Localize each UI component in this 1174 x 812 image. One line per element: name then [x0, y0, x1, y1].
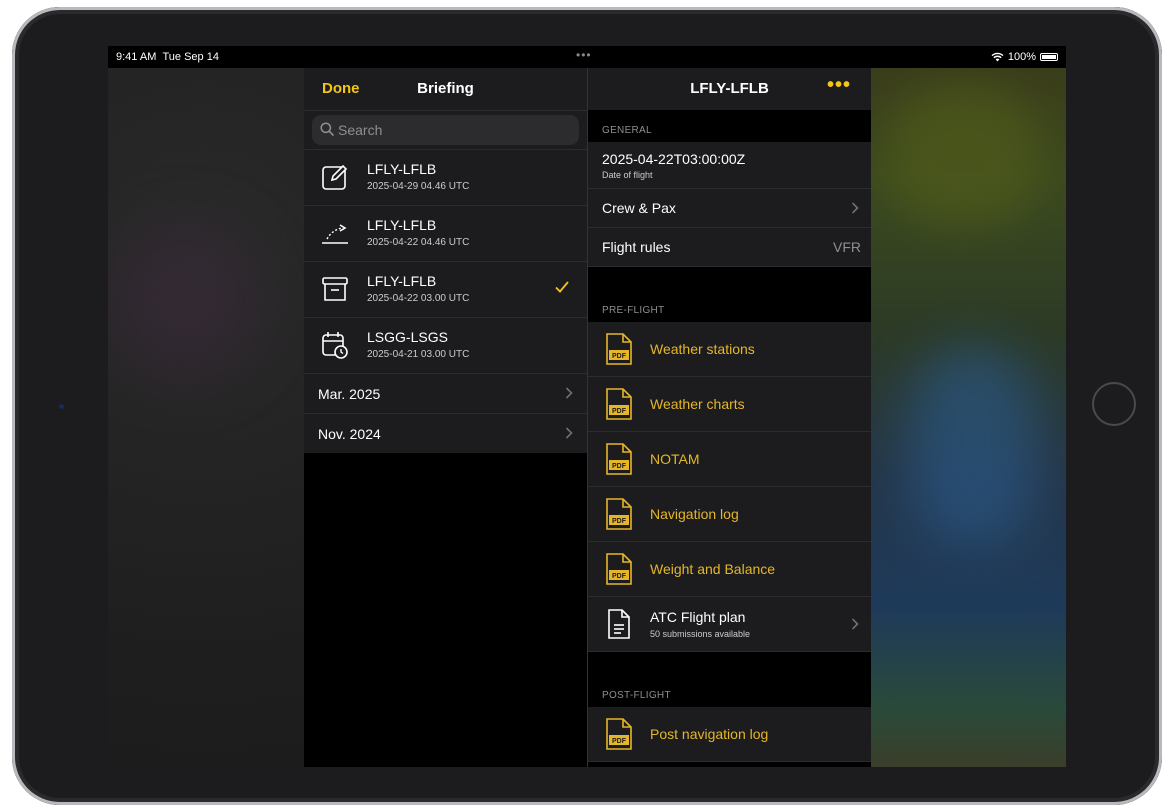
- month-label: Mar. 2025: [318, 386, 381, 402]
- departure-icon: [322, 224, 348, 244]
- svg-text:PDF: PDF: [612, 353, 627, 360]
- section-header-post-flight: POST-FLIGHT: [588, 675, 871, 707]
- svg-text:PDF: PDF: [612, 573, 627, 580]
- weather-charts-cell[interactable]: PDF Weather charts: [588, 377, 871, 432]
- briefing-item[interactable]: LFLY-LFLB 2025-04-29 04.46 UTC: [304, 149, 587, 205]
- briefing-list-header: Done Briefing: [304, 68, 587, 111]
- briefing-item[interactable]: LFLY-LFLB 2025-04-22 04.46 UTC: [304, 205, 587, 261]
- briefing-item[interactable]: LSGG-LSGS 2025-04-21 03.00 UTC: [304, 317, 587, 373]
- navigation-log-cell[interactable]: PDF Navigation log: [588, 487, 871, 542]
- weight-balance-cell[interactable]: PDF Weight and Balance: [588, 542, 871, 597]
- atc-flight-plan-label: ATC Flight plan: [650, 609, 746, 625]
- briefing-route: LFLY-LFLB: [367, 273, 437, 289]
- date-of-flight-cell[interactable]: 2025-04-22T03:00:00Z Date of flight: [588, 142, 871, 189]
- date-of-flight-label: Date of flight: [602, 170, 653, 180]
- briefing-time: 2025-04-29 04.46 UTC: [367, 181, 470, 192]
- home-button[interactable]: [1092, 382, 1136, 426]
- map-background-blob: [888, 86, 1038, 226]
- flight-rules-cell[interactable]: Flight rules VFR: [588, 228, 871, 267]
- crew-pax-label: Crew & Pax: [602, 200, 676, 216]
- briefing-route: LSGG-LSGS: [367, 329, 448, 345]
- svg-text:PDF: PDF: [612, 408, 627, 415]
- section-header-pre-flight: PRE-FLIGHT: [588, 290, 871, 322]
- pdf-document-icon: PDF: [606, 388, 632, 420]
- multitasking-dots-icon[interactable]: •••: [576, 48, 592, 62]
- atc-submissions-count: 50 submissions available: [650, 629, 751, 639]
- chevron-right-icon: [851, 618, 859, 630]
- pdf-document-icon: PDF: [606, 333, 632, 365]
- archive-icon: [322, 277, 348, 301]
- month-group-mar-2025[interactable]: Mar. 2025: [304, 373, 587, 413]
- chevron-right-icon: [565, 387, 573, 399]
- search-bar-container: Search: [304, 111, 587, 149]
- pdf-document-icon: PDF: [606, 718, 632, 750]
- wifi-icon: [991, 52, 1004, 62]
- checkmark-icon: [555, 281, 569, 293]
- briefing-route: LFLY-LFLB: [367, 217, 437, 233]
- briefing-time: 2025-04-22 03.00 UTC: [367, 293, 470, 304]
- weight-balance-label: Weight and Balance: [650, 561, 776, 577]
- chevron-right-icon: [851, 202, 859, 214]
- front-camera: [59, 404, 64, 409]
- more-options-icon[interactable]: •••: [827, 74, 851, 97]
- document-text-icon: [608, 609, 630, 639]
- calendar-clock-icon: [322, 332, 348, 359]
- map-background-blur: [108, 226, 258, 376]
- notam-label: NOTAM: [650, 451, 700, 467]
- briefing-title: Briefing: [417, 80, 474, 97]
- briefing-route: LFLY-LFLB: [367, 161, 437, 177]
- battery-percent: 100%: [1007, 51, 1036, 63]
- search-icon: [320, 122, 334, 136]
- crew-pax-cell[interactable]: Crew & Pax: [588, 189, 871, 228]
- status-time: 9:41 AM Tue Sep 14: [116, 51, 219, 63]
- status-right: 100%: [991, 51, 1058, 63]
- date-of-flight-value: 2025-04-22T03:00:00Z: [602, 151, 746, 167]
- month-group-nov-2024[interactable]: Nov. 2024: [304, 413, 587, 453]
- weather-charts-label: Weather charts: [650, 396, 745, 412]
- notam-cell[interactable]: PDF NOTAM: [588, 432, 871, 487]
- search-input[interactable]: Search: [312, 115, 579, 145]
- post-navigation-log-label: Post navigation log: [650, 726, 769, 742]
- pdf-document-icon: PDF: [606, 553, 632, 585]
- search-placeholder: Search: [338, 122, 383, 138]
- briefing-detail-panel: LFLY-LFLB ••• GENERAL 2025-04-22T03:00:0…: [587, 68, 871, 767]
- post-navigation-log-cell[interactable]: PDF Post navigation log: [588, 707, 871, 762]
- atc-flight-plan-cell[interactable]: ATC Flight plan 50 submissions available: [588, 597, 871, 652]
- status-bar: 9:41 AM Tue Sep 14 ••• 100%: [108, 46, 1066, 68]
- briefing-list-panel: Done Briefing Search LFLY-LFLB 2025-04-2…: [304, 68, 587, 767]
- map-background-blob: [908, 346, 1038, 546]
- section-gap: [588, 267, 871, 290]
- briefing-time: 2025-04-22 04.46 UTC: [367, 237, 470, 248]
- pdf-document-icon: PDF: [606, 443, 632, 475]
- screen: 9:41 AM Tue Sep 14 ••• 100% Done Briefin…: [108, 46, 1066, 767]
- section-gap: [588, 652, 871, 675]
- section-header-general: GENERAL: [588, 110, 871, 142]
- flight-rules-label: Flight rules: [602, 239, 671, 255]
- battery-icon: [1040, 53, 1058, 61]
- pdf-document-icon: PDF: [606, 498, 632, 530]
- flight-rules-value: VFR: [833, 239, 861, 255]
- month-label: Nov. 2024: [318, 426, 381, 442]
- chevron-right-icon: [565, 427, 573, 439]
- svg-text:PDF: PDF: [612, 738, 627, 745]
- weather-stations-cell[interactable]: PDF Weather stations: [588, 322, 871, 377]
- navigation-log-label: Navigation log: [650, 506, 739, 522]
- weather-stations-label: Weather stations: [650, 341, 755, 357]
- edit-icon: [322, 164, 348, 190]
- detail-header: LFLY-LFLB •••: [588, 68, 871, 110]
- svg-text:PDF: PDF: [612, 518, 627, 525]
- briefing-time: 2025-04-21 03.00 UTC: [367, 349, 470, 360]
- briefing-item[interactable]: LFLY-LFLB 2025-04-22 03.00 UTC: [304, 261, 587, 317]
- svg-text:PDF: PDF: [612, 463, 627, 470]
